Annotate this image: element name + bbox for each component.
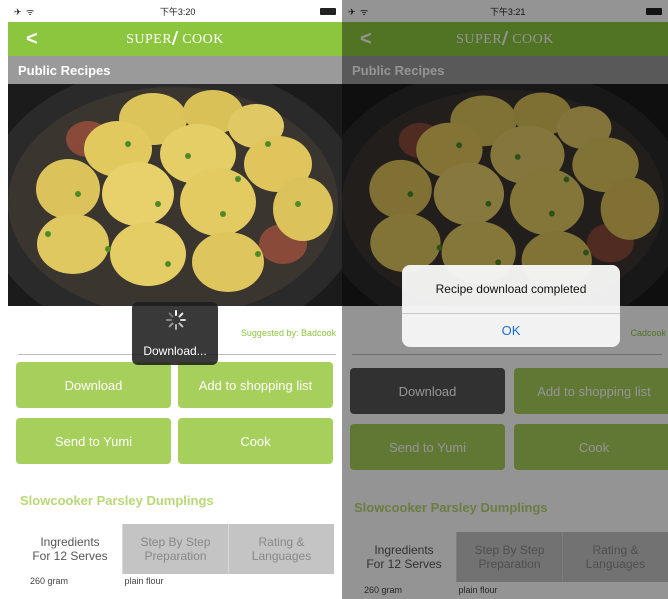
status-bar: ✈ ᯤ 下午3:20 bbox=[8, 0, 342, 22]
alert-message: Recipe download completed bbox=[402, 265, 620, 314]
screenshot-stage: ✈ ᯤ 下午3:20 < SUPER COOK Public Recipes S… bbox=[0, 0, 668, 599]
tab-ingredients-label: Ingredients bbox=[40, 535, 100, 549]
tab-rating-label: Rating & bbox=[258, 535, 305, 549]
status-time: 下午3:20 bbox=[159, 6, 196, 17]
download-button[interactable]: Download bbox=[16, 362, 171, 408]
alert-ok-button[interactable]: OK bbox=[402, 314, 620, 347]
ingredient-name: plain flour bbox=[124, 576, 164, 586]
spinner-icon bbox=[166, 310, 186, 330]
tab-step-by-step[interactable]: Step By Step Preparation bbox=[122, 524, 228, 574]
logo-text-cook: COOK bbox=[182, 31, 224, 47]
recipe-photo bbox=[8, 84, 342, 306]
app-logo: SUPER COOK bbox=[126, 30, 224, 48]
tab-steps-sub: Preparation bbox=[144, 549, 207, 563]
suggested-by-label: Suggested by: Badcook bbox=[240, 328, 336, 338]
recipe-title: Slowcooker Parsley Dumplings bbox=[20, 493, 214, 508]
phone-screen-loading: ✈ ᯤ 下午3:20 < SUPER COOK Public Recipes S… bbox=[8, 0, 342, 599]
signal-icon: ✈ ᯤ bbox=[14, 6, 36, 17]
section-title: Public Recipes bbox=[8, 56, 342, 84]
tab-ingredients-serves: For 12 Serves bbox=[32, 549, 108, 563]
ingredient-row: 260 gram plain flour bbox=[30, 576, 164, 586]
battery-icon bbox=[319, 7, 336, 15]
back-chevron-icon[interactable]: < bbox=[26, 28, 38, 51]
tab-ingredients[interactable]: Ingredients For 12 Serves bbox=[18, 524, 122, 574]
loading-hud: Download... bbox=[132, 302, 218, 365]
tab-steps-label: Step By Step bbox=[140, 535, 211, 549]
download-complete-alert: Recipe download completed OK bbox=[402, 265, 620, 347]
phone-screen-complete: ✈ ᯤ 下午3:21 < SUPER COOK Public Recipes C… bbox=[342, 0, 668, 599]
app-navbar: < SUPER COOK bbox=[8, 22, 342, 56]
add-to-shopping-list-button[interactable]: Add to shopping list bbox=[178, 362, 333, 408]
tab-rating-languages[interactable]: Rating & Languages bbox=[228, 524, 334, 574]
tab-rating-sub: Languages bbox=[251, 549, 312, 563]
logo-slash-mark bbox=[171, 30, 183, 45]
recipe-tabs: Ingredients For 12 Serves Step By Step P… bbox=[18, 524, 334, 574]
cook-button[interactable]: Cook bbox=[178, 418, 333, 464]
dumplings-image bbox=[8, 84, 342, 306]
send-to-yumi-button[interactable]: Send to Yumi bbox=[16, 418, 171, 464]
logo-text-super: SUPER bbox=[126, 31, 173, 47]
ingredient-qty: 260 gram bbox=[30, 576, 69, 586]
loading-label: Download... bbox=[143, 344, 207, 358]
